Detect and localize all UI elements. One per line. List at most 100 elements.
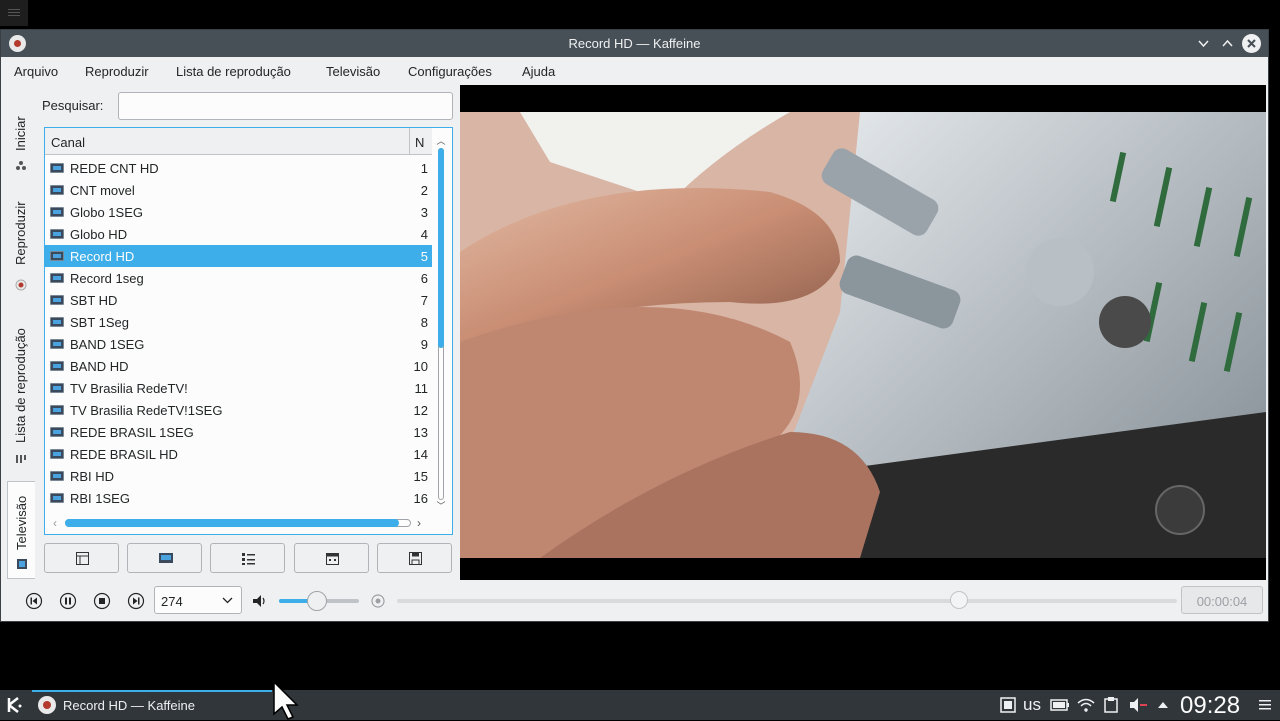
tab-lista-de-reproducao[interactable]: Lista de reprodução — [7, 303, 35, 477]
channel-rows: REDE CNT HD 1 CNT movel 2 Globo 1SEG 3 Globo H… — [45, 157, 432, 515]
taskbar: Record HD — Kaffeine us 09:28 — [0, 690, 1280, 720]
scroll-left-icon[interactable]: ‹ — [53, 516, 57, 530]
channel-row[interactable]: CNT movel 2 — [45, 179, 432, 201]
menu-ajuda[interactable]: Ajuda — [522, 64, 555, 79]
channels-button[interactable] — [127, 543, 202, 573]
application-launcher[interactable] — [6, 696, 24, 714]
menu-reproduzir[interactable]: Reproduzir — [85, 64, 149, 79]
stop-icon — [93, 592, 111, 610]
tv-icon — [50, 383, 64, 393]
channel-row[interactable]: REDE CNT HD 1 — [45, 157, 432, 179]
seek-handle[interactable] — [949, 591, 968, 609]
tab-reproduzir[interactable]: Reproduzir — [7, 185, 35, 299]
tv-icon — [50, 163, 64, 173]
clipboard-icon[interactable] — [1104, 697, 1118, 713]
save-button[interactable] — [377, 543, 452, 573]
channel-row[interactable]: BAND 1SEG 9 — [45, 333, 432, 355]
channel-number: 15 — [413, 469, 428, 484]
menu-configuracoes[interactable]: Configurações — [408, 64, 492, 79]
close-button[interactable] — [1242, 34, 1261, 53]
channel-row[interactable]: TV Brasilia RedeTV!1SEG 12 — [45, 399, 432, 421]
channel-row[interactable]: REDE BRASIL HD 14 — [45, 443, 432, 465]
tv-icon — [50, 339, 64, 349]
channel-row[interactable]: SBT 1Seg 8 — [45, 311, 432, 333]
channel-number: 16 — [413, 491, 428, 506]
channel-vertical-scrollbar[interactable]: ︿ ﹀ — [436, 134, 446, 512]
menu-lista-de-reproducao[interactable]: Lista de reprodução — [176, 64, 291, 79]
side-tabs: Iniciar Reproduzir Lista de reprodução T… — [7, 93, 35, 579]
search-label: Pesquisar: — [42, 98, 104, 113]
pause-button[interactable] — [58, 591, 78, 611]
scroll-down-icon[interactable]: ﹀ — [436, 499, 446, 512]
channel-number-select[interactable]: 274 — [154, 586, 242, 614]
clock[interactable]: 09:28 — [1180, 692, 1240, 720]
channel-row[interactable]: TV Brasilia RedeTV! 11 — [45, 377, 432, 399]
column-canal[interactable]: Canal — [51, 135, 85, 150]
jump-button[interactable] — [368, 591, 388, 611]
scroll-right-icon[interactable]: › — [417, 516, 421, 530]
channel-row[interactable]: REDE BRASIL 1SEG 13 — [45, 421, 432, 443]
channel-horizontal-scrollbar[interactable]: ‹ › — [49, 515, 430, 531]
volume-muted-icon[interactable] — [1129, 697, 1149, 713]
menu-televisao[interactable]: Televisão — [326, 64, 380, 79]
tray-expand-icon[interactable] — [1156, 697, 1170, 713]
save-icon — [409, 552, 422, 565]
keyboard-layout[interactable]: us — [1023, 695, 1041, 714]
tv-icon — [50, 273, 64, 283]
stop-button[interactable] — [92, 591, 112, 611]
program-guide-icon — [76, 552, 89, 565]
skip-next-icon — [127, 592, 145, 610]
window-title: Record HD — Kaffeine — [568, 36, 701, 51]
calendar-button[interactable] — [294, 543, 369, 573]
epg-button[interactable] — [44, 543, 119, 573]
column-number[interactable]: N — [409, 128, 432, 155]
scroll-thumb[interactable] — [438, 148, 444, 348]
wifi-icon[interactable] — [1077, 697, 1095, 713]
channel-row[interactable]: Globo HD 4 — [45, 223, 432, 245]
scroll-up-icon[interactable]: ︿ — [436, 134, 446, 147]
task-kaffeine[interactable]: Record HD — Kaffeine — [32, 690, 272, 720]
channel-row[interactable]: RBI 1SEG 16 — [45, 487, 432, 509]
menu-arquivo[interactable]: Arquivo — [14, 64, 58, 79]
channel-row[interactable]: Globo 1SEG 3 — [45, 201, 432, 223]
panel-handle[interactable] — [0, 0, 28, 26]
tv-icon — [50, 185, 64, 195]
mute-button[interactable] — [250, 591, 270, 611]
minimize-button[interactable] — [1194, 34, 1213, 53]
tab-iniciar[interactable]: Iniciar — [7, 93, 35, 179]
kde-icon — [7, 697, 22, 713]
video-area[interactable] — [460, 85, 1266, 580]
tab-lista-label: Lista de reprodução — [13, 328, 28, 443]
chevron-up-icon — [1222, 39, 1233, 47]
battery-icon[interactable] — [1050, 697, 1070, 713]
channel-name: TV Brasilia RedeTV!1SEG — [70, 403, 223, 418]
calendar-icon — [326, 553, 339, 565]
channel-row[interactable]: SBT HD 7 — [45, 289, 432, 311]
list-icon — [242, 553, 255, 565]
scheduled-list-button[interactable] — [210, 543, 285, 573]
search-input[interactable] — [118, 92, 453, 120]
maximize-button[interactable] — [1218, 34, 1237, 53]
volume-slider[interactable] — [279, 591, 359, 611]
titlebar[interactable]: Record HD — Kaffeine — [1, 30, 1268, 57]
tv-icon — [50, 405, 64, 415]
hscroll-thumb[interactable] — [65, 519, 399, 527]
video-frame — [460, 112, 1266, 558]
volume-handle[interactable] — [306, 591, 327, 611]
channel-row[interactable]: BAND HD 10 — [45, 355, 432, 377]
tab-televisao-label: Televisão — [14, 495, 29, 550]
channel-row[interactable]: Record 1seg 6 — [45, 267, 432, 289]
tray-window-icon[interactable] — [1000, 697, 1016, 713]
tab-televisao[interactable]: Televisão — [7, 481, 35, 579]
volume-icon — [253, 595, 265, 607]
channel-row[interactable]: Record HD 5 — [45, 245, 432, 267]
channel-number: 4 — [420, 227, 428, 242]
tv-icon — [50, 361, 64, 371]
channel-row[interactable]: RBI HD 15 — [45, 465, 432, 487]
chevron-down-icon — [222, 593, 233, 610]
panel-options-icon[interactable] — [1258, 697, 1272, 713]
next-button[interactable] — [126, 591, 146, 611]
seek-slider[interactable] — [397, 591, 1177, 609]
previous-button[interactable] — [24, 591, 44, 611]
channel-number: 6 — [420, 271, 428, 286]
